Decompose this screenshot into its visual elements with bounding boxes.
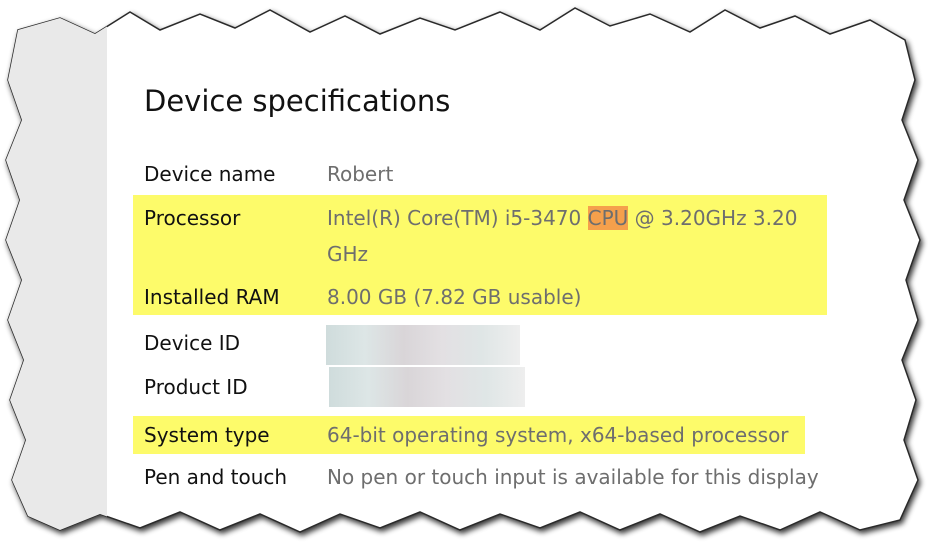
screenshot-stage: Device specifications Device name Robert… xyxy=(0,0,928,551)
processor-label: Processor xyxy=(144,206,241,230)
product-id-label: Product ID xyxy=(144,375,248,399)
installed-ram-value[interactable]: 8.00 GB (7.82 GB usable) xyxy=(327,285,581,309)
device-id-redacted xyxy=(326,325,520,365)
device-name-label: Device name xyxy=(144,162,276,186)
product-id-redacted xyxy=(329,367,525,407)
processor-value-text: Intel(R) Core(TM) i5-3470 xyxy=(327,206,588,230)
processor-value-line2: GHz xyxy=(327,242,369,266)
device-id-label: Device ID xyxy=(144,331,241,355)
cpu-highlight: CPU xyxy=(587,206,629,230)
system-type-value[interactable]: 64-bit operating system, x64-based proce… xyxy=(327,423,789,447)
installed-ram-label: Installed RAM xyxy=(144,285,280,309)
page-title: Device specifications xyxy=(144,84,451,118)
pen-and-touch-value[interactable]: No pen or touch input is available for t… xyxy=(327,465,819,489)
processor-value[interactable]: Intel(R) Core(TM) i5-3470 CPU @ 3.20GHz … xyxy=(327,206,797,230)
processor-value-tail: @ 3.20GHz 3.20 xyxy=(628,206,798,230)
device-name-value[interactable]: Robert xyxy=(327,162,393,186)
pen-and-touch-label: Pen and touch xyxy=(144,465,288,489)
system-type-label: System type xyxy=(144,423,270,447)
